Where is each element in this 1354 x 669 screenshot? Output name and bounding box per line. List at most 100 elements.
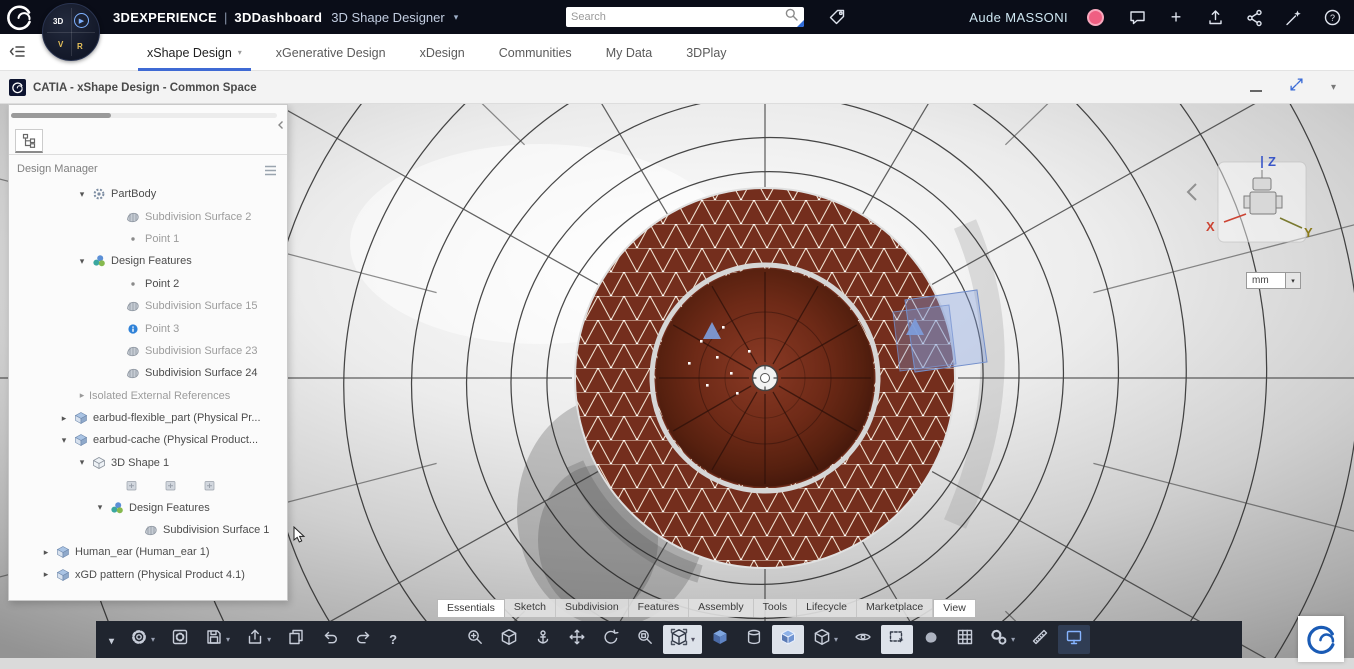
caret-down-icon[interactable]: ▾ xyxy=(226,635,230,644)
tree-item-partbody[interactable]: ▾PartBody xyxy=(9,183,286,205)
new-content-button[interactable]: ▾ xyxy=(123,625,162,654)
ribbon-tab-essentials[interactable]: Essentials xyxy=(437,599,505,617)
units-dropdown[interactable]: mm ▾ xyxy=(1246,272,1301,289)
3dcompass[interactable]: 3D ▶ V R xyxy=(42,3,100,61)
share-icon[interactable] xyxy=(1244,7,1264,27)
caret-down-icon[interactable]: ▾ xyxy=(691,635,695,644)
tree-item-subdivision-surface-2[interactable]: Subdivision Surface 2 xyxy=(9,205,286,227)
tree-item-human-ear-human-ear-1[interactable]: ▸Human_ear (Human_ear 1) xyxy=(9,541,286,563)
compass-r-label[interactable]: R xyxy=(77,42,83,51)
clipboard-button[interactable] xyxy=(280,625,312,654)
representation-icons-row[interactable] xyxy=(9,474,286,496)
wand-icon[interactable] xyxy=(1283,7,1303,27)
rep-icon[interactable] xyxy=(203,478,218,492)
tree-item-subdivision-surface-24[interactable]: Subdivision Surface 24 xyxy=(9,362,286,384)
redo-button[interactable] xyxy=(348,625,380,654)
expand-arrow-icon[interactable]: ▾ xyxy=(75,189,89,200)
expand-arrow-icon[interactable]: ▾ xyxy=(75,256,89,267)
caret-down-icon[interactable]: ▾ xyxy=(834,635,838,644)
tree-item-3d-shape-1[interactable]: ▾3D Shape 1 xyxy=(9,452,286,474)
tab-communities[interactable]: Communities xyxy=(482,34,589,71)
tree-item-xgd-pattern-physical-product-4-1[interactable]: ▸xGD pattern (Physical Product 4.1) xyxy=(9,564,286,586)
tree-item-subdivision-surface-23[interactable]: Subdivision Surface 23 xyxy=(9,340,286,362)
save-button[interactable]: ▾ xyxy=(198,625,237,654)
options-button[interactable] xyxy=(164,625,196,654)
rotation-center-widget[interactable] xyxy=(753,366,778,391)
compass-play-icon[interactable]: ▶ xyxy=(74,13,89,28)
earbud-model[interactable] xyxy=(575,188,955,568)
tab-xgenerative-design[interactable]: xGenerative Design xyxy=(259,34,403,71)
tree-item-earbud-flexible-part-physical-pr[interactable]: ▸earbud-flexible_part (Physical Pr... xyxy=(9,407,286,429)
expand-arrow-icon[interactable]: ▸ xyxy=(39,569,53,580)
capture-area-button[interactable] xyxy=(881,625,913,654)
units-caret-icon[interactable]: ▾ xyxy=(1286,272,1301,289)
compass-3d-label[interactable]: 3D xyxy=(53,17,63,26)
undo-button[interactable] xyxy=(314,625,346,654)
chat-icon[interactable] xyxy=(1127,7,1147,27)
expand-arrow-icon[interactable]: ▸ xyxy=(39,547,53,558)
result-icon[interactable] xyxy=(125,478,140,492)
caret-down-icon[interactable]: ▾ xyxy=(1011,635,1015,644)
help-icon[interactable]: ? xyxy=(1322,7,1342,27)
rotate-button[interactable] xyxy=(595,625,627,654)
zoom-area-button[interactable] xyxy=(629,625,661,654)
panel-collapse-icon[interactable] xyxy=(276,117,286,135)
tree-item-point-2[interactable]: Point 2 xyxy=(9,273,286,295)
full-frame-button[interactable] xyxy=(1058,625,1090,654)
ribbon-tab-subdivision[interactable]: Subdivision xyxy=(556,599,629,617)
expand-arrow-icon[interactable]: ▸ xyxy=(75,390,89,401)
compass-v-label[interactable]: V xyxy=(58,40,63,49)
upload-icon[interactable] xyxy=(1205,7,1225,27)
fit-all-button[interactable] xyxy=(527,625,559,654)
ribbon-tab-lifecycle[interactable]: Lifecycle xyxy=(797,599,857,617)
tree-item-subdivision-surface-1[interactable]: Subdivision Surface 1 xyxy=(9,519,286,541)
help-button[interactable]: ? xyxy=(382,625,404,654)
wireframe-button[interactable]: ▾ xyxy=(806,625,845,654)
add-icon[interactable]: + xyxy=(1166,7,1186,27)
measure-button[interactable] xyxy=(1024,625,1056,654)
ribbon-tab-assembly[interactable]: Assembly xyxy=(689,599,754,617)
app-title[interactable]: 3D Shape Designer xyxy=(331,10,444,25)
tree-item-point-1[interactable]: Point 1 xyxy=(9,228,286,250)
pan-button[interactable] xyxy=(561,625,593,654)
tree-item-earbud-cache-physical-product[interactable]: ▾earbud-cache (Physical Product... xyxy=(9,429,286,451)
caret-down-icon[interactable]: ▾ xyxy=(267,635,271,644)
ribbon-tab-marketplace[interactable]: Marketplace xyxy=(857,599,933,617)
resize-icon[interactable] xyxy=(1288,76,1305,98)
search-input[interactable] xyxy=(571,11,784,23)
panel-hscrollbar-thumb[interactable] xyxy=(11,113,111,118)
tree-view-tab[interactable] xyxy=(15,129,43,153)
panel-toggle-icon[interactable] xyxy=(8,42,27,66)
preferences-button[interactable]: ▾ xyxy=(983,625,1022,654)
tab-3dplay[interactable]: 3DPlay xyxy=(669,34,743,71)
tree-item-isolated-external-references[interactable]: ▸Isolated External References xyxy=(9,385,286,407)
user-avatar[interactable] xyxy=(1087,9,1104,26)
tree-item-design-features[interactable]: ▾Design Features xyxy=(9,496,286,518)
brand-3ddashboard[interactable]: 3DDashboard xyxy=(234,10,322,25)
expand-arrow-icon[interactable]: ▾ xyxy=(93,502,107,513)
tab-xdesign[interactable]: xDesign xyxy=(403,34,482,71)
perspective-button[interactable] xyxy=(847,625,879,654)
expand-arrow-icon[interactable]: ▾ xyxy=(57,435,71,446)
grid-display-button[interactable] xyxy=(949,625,981,654)
search-box[interactable] xyxy=(566,7,804,27)
ribbon-tab-features[interactable]: Features xyxy=(629,599,689,617)
tab-my-data[interactable]: My Data xyxy=(589,34,670,71)
expand-arrow-icon[interactable]: ▸ xyxy=(57,413,71,424)
minimize-icon[interactable] xyxy=(1250,90,1262,92)
ribbon-tab-tools[interactable]: Tools xyxy=(754,599,798,617)
axis-icon[interactable] xyxy=(164,478,179,492)
ribbon-tab-sketch[interactable]: Sketch xyxy=(505,599,556,617)
collapse-chevron-icon[interactable]: ▾ xyxy=(1331,82,1336,93)
caret-down-icon[interactable]: ▾ xyxy=(151,635,155,644)
ribbon-tab-view[interactable]: View xyxy=(933,599,976,617)
panel-menu-icon[interactable] xyxy=(264,163,277,181)
tree-item-point-3[interactable]: Point 3 xyxy=(9,317,286,339)
shading-button[interactable] xyxy=(704,625,736,654)
share-export-button[interactable]: ▾ xyxy=(239,625,278,654)
shading-edges-button[interactable] xyxy=(772,625,804,654)
3ds-logo-icon[interactable] xyxy=(4,2,34,37)
user-name[interactable]: Aude MASSONI xyxy=(969,10,1068,25)
app-caret-icon[interactable]: ▾ xyxy=(454,12,459,23)
tree-item-subdivision-surface-15[interactable]: Subdivision Surface 15 xyxy=(9,295,286,317)
